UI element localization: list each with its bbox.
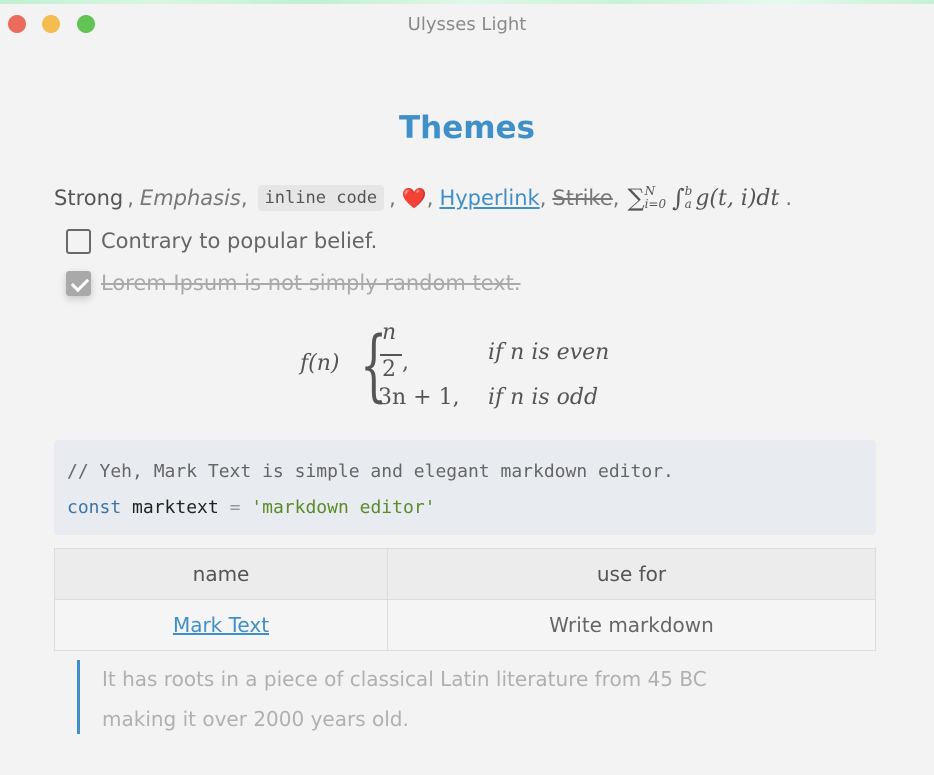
strong-text: Strong (54, 186, 124, 210)
hyperlink[interactable]: Hyperlink (439, 186, 539, 210)
formula-lhs: f(n) (300, 351, 340, 376)
math-block[interactable]: f(n) { n 2 , if n is even 3n + 1, if n i… (298, 318, 638, 422)
code-variable: marktext (132, 497, 219, 518)
separator: , (240, 186, 248, 210)
editor-window: Ulysses Light Themes Strong , Emphasis ,… (0, 0, 934, 775)
code-block[interactable]: // Yeh, Mark Text is simple and elegant … (54, 440, 876, 535)
table-header-use-for[interactable]: use for (387, 548, 876, 600)
case1-comma: , (402, 350, 409, 375)
separator: , (612, 186, 620, 210)
inline-math[interactable]: ∑ N i=0 ∫ b a g(t, i)dt (627, 184, 779, 212)
separator: , (539, 186, 547, 210)
window-title: Ulysses Light (407, 14, 527, 35)
math-body: g(t, i)dt (695, 185, 780, 211)
sum-symbol: ∑ (627, 184, 645, 212)
markdown-table[interactable]: name use for Mark Text Write markdown (54, 548, 876, 651)
separator: , (389, 186, 396, 210)
integral-lower-limit: a (684, 197, 692, 211)
task-checkbox-checked[interactable] (66, 270, 91, 296)
task-item[interactable]: Contrary to popular belief. (66, 226, 377, 256)
task-label: Contrary to popular belief. (101, 229, 378, 253)
strike-text: Strike (552, 186, 613, 210)
separator: , (426, 186, 434, 210)
fraction-denominator: 2 (382, 357, 396, 382)
code-operator: = (229, 497, 241, 518)
separator: , (127, 186, 134, 210)
code-keyword: const (67, 497, 122, 518)
code-comment: // Yeh, Mark Text is simple and elegant … (67, 461, 674, 482)
table-row: Mark Text Write markdown (54, 599, 876, 651)
case2-condition: if n is odd (488, 385, 599, 410)
heart-emoji-icon: ❤️ (401, 186, 427, 210)
task-item-completed[interactable]: Lorem Ipsum is not simply random text. (66, 268, 521, 298)
inline-formatting-paragraph[interactable]: Strong , Emphasis , inline code , ❤️ , H… (54, 180, 792, 216)
blockquote-line: making it over 2000 years old. (102, 707, 409, 731)
integral-symbol: ∫ (672, 184, 685, 212)
fraction-bar (380, 354, 402, 356)
sum-lower-limit: i=0 (644, 197, 667, 211)
fraction-numerator: n (382, 320, 397, 345)
case1-condition: if n is even (488, 340, 610, 365)
task-label: Lorem Ipsum is not simply random text. (101, 271, 521, 295)
title-bar: Ulysses Light (0, 4, 934, 44)
inline-code: inline code (257, 185, 385, 211)
table-cell-link[interactable]: Mark Text (173, 613, 269, 637)
case2-expression: 3n + 1, (378, 385, 460, 410)
emphasis-text: Emphasis (139, 186, 241, 210)
table-cell-name[interactable]: Mark Text (54, 599, 388, 651)
code-string: 'markdown editor' (251, 497, 436, 518)
separator: . (785, 186, 793, 210)
task-checkbox[interactable] (66, 228, 91, 254)
blockquote-line: It has roots in a piece of classical Lat… (102, 667, 707, 691)
table-header-row: name use for (54, 548, 876, 600)
table-header-name[interactable]: name (54, 548, 388, 600)
blockquote[interactable]: It has roots in a piece of classical Lat… (77, 660, 857, 734)
document-heading[interactable]: Themes (0, 110, 934, 146)
table-cell-use-for[interactable]: Write markdown (387, 599, 876, 651)
